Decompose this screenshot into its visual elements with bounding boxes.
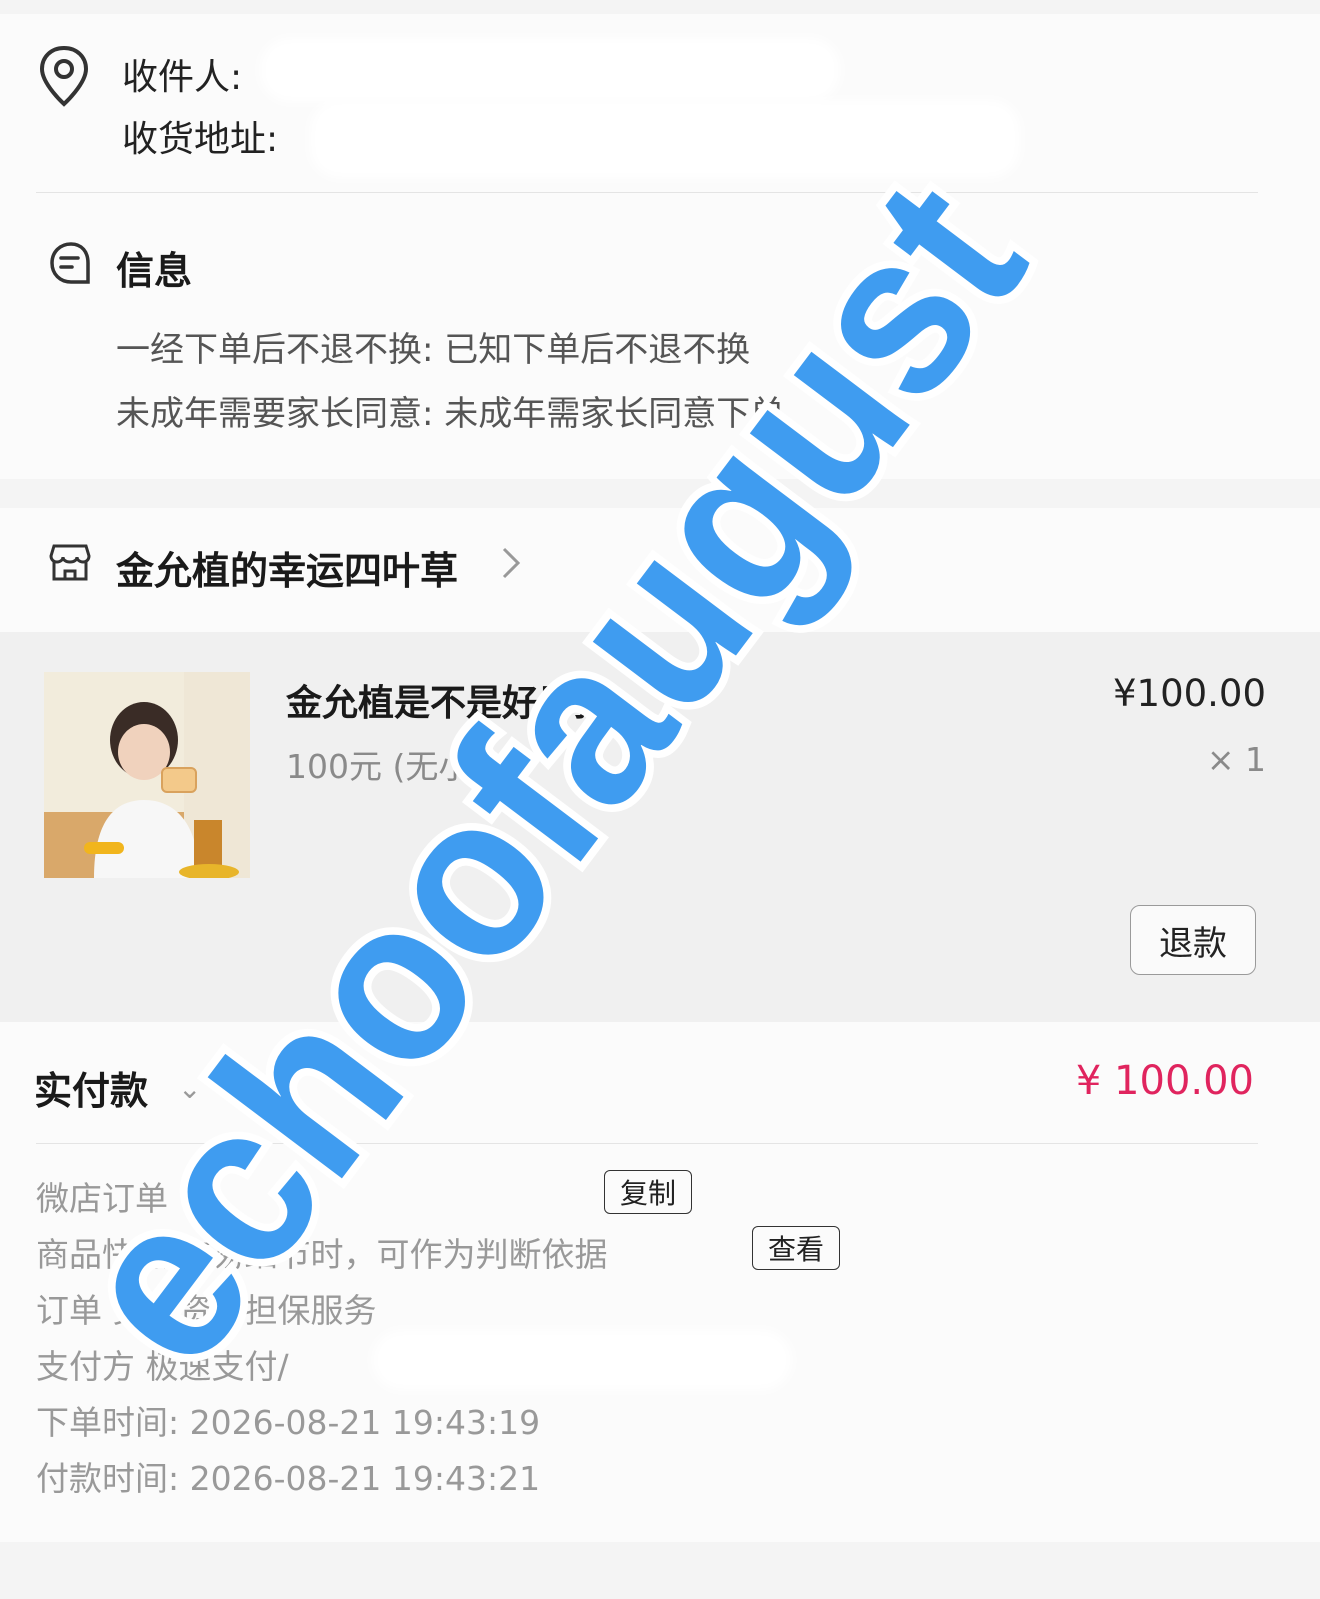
paid-amount: ¥ 100.00 xyxy=(1075,1058,1254,1104)
order-number-row: 微店订单 xyxy=(36,1179,168,1218)
refund-button[interactable]: 退款 xyxy=(1130,905,1256,975)
redacted-recipient xyxy=(260,38,840,102)
chevron-down-icon[interactable]: ⌄ xyxy=(178,1072,201,1105)
product-name[interactable]: 金允植是不是好男孩 xyxy=(286,674,610,726)
recipient-label: 收件人: xyxy=(122,57,243,98)
message-note-icon xyxy=(50,242,90,284)
address-label: 收货地址: xyxy=(122,119,279,160)
product-thumbnail[interactable] xyxy=(44,672,250,878)
info-line: 一经下单后不退不换: 已知下单后不退不换 xyxy=(116,330,751,370)
chevron-right-icon[interactable] xyxy=(500,546,522,580)
view-button[interactable]: 查看 xyxy=(752,1226,840,1270)
guarantee-row: 订单 交易资金担保服务 xyxy=(36,1291,377,1330)
paid-label: 实付款 xyxy=(34,1069,149,1113)
info-line: 未成年需要家长同意: 未成年需家长同意下单 xyxy=(116,394,785,434)
shop-name[interactable]: 金允植的幸运四叶草 xyxy=(116,540,458,595)
payment-divider xyxy=(36,1143,1258,1144)
location-pin-icon xyxy=(39,45,89,107)
payment-time-row: 付款时间: 2026-08-21 19:43:21 xyxy=(36,1459,541,1498)
address-divider xyxy=(36,192,1258,193)
product-quantity: × 1 xyxy=(1206,740,1266,779)
info-title: 信息 xyxy=(116,249,193,293)
copy-button[interactable]: 复制 xyxy=(604,1170,692,1214)
snapshot-row: 商品快照 交易细节时，可作为判断依据 xyxy=(36,1235,608,1274)
product-spec: 100元 (无小卡) xyxy=(286,747,518,786)
product-price: ¥100.00 xyxy=(1112,672,1266,715)
order-time-row: 下单时间: 2026-08-21 19:43:19 xyxy=(36,1403,541,1442)
store-icon xyxy=(49,544,91,581)
payment-method-row: 支付方 极速支付/ xyxy=(36,1347,289,1386)
redacted-address xyxy=(310,100,1020,178)
redacted-payment-info xyxy=(372,1330,792,1390)
